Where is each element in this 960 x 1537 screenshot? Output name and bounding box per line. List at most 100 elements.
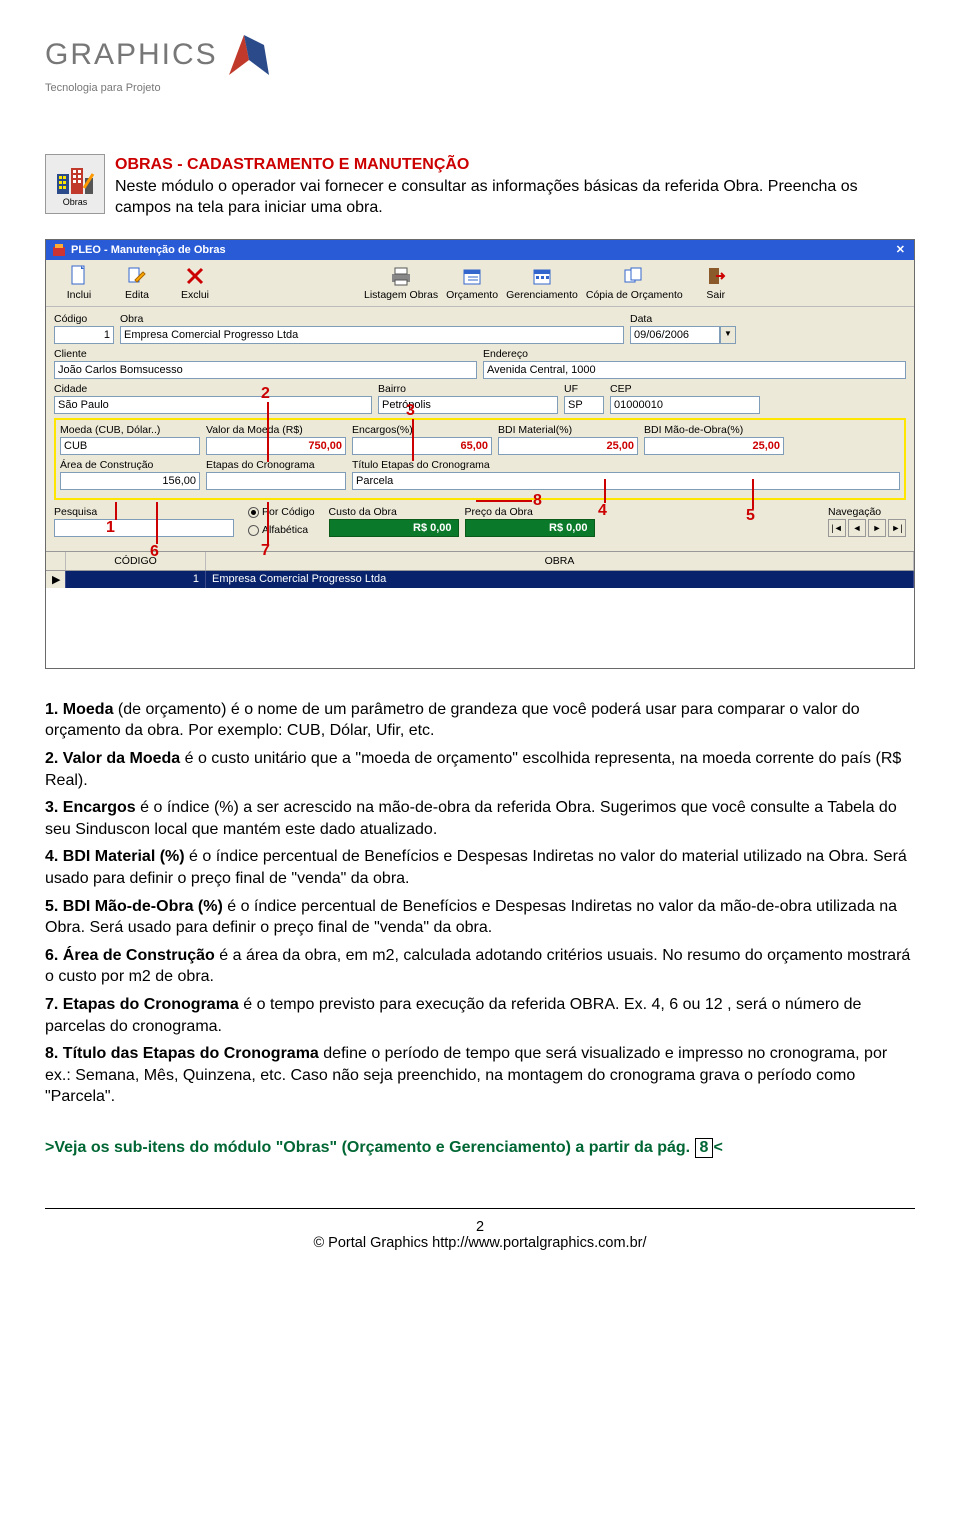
lbl-endereco: Endereço: [483, 348, 906, 360]
desc-7: 7. Etapas do Cronograma é o tempo previs…: [45, 994, 915, 1037]
edit-icon: [126, 265, 148, 287]
lbl-codigo: Código: [54, 313, 114, 325]
fld-bdi-mat[interactable]: [498, 437, 638, 455]
grid-cell-codigo: 1: [66, 571, 206, 588]
lbl-bdi-mo: BDI Mão-de-Obra(%): [644, 424, 784, 436]
lbl-preco: Preço da Obra: [465, 506, 595, 518]
fld-obra[interactable]: [120, 326, 624, 344]
toolbar: Inclui Edita Exclui Listagem Obras Orçam…: [46, 260, 914, 307]
fld-moeda[interactable]: [60, 437, 200, 455]
desc-3: 3. Encargos é o índice (%) a ser acresci…: [45, 797, 915, 840]
lbl-encargos: Encargos(%): [352, 424, 492, 436]
app-icon: [52, 243, 66, 257]
grid-cell-obra: Empresa Comercial Progresso Ltda: [206, 571, 914, 588]
lbl-cidade: Cidade: [54, 383, 372, 395]
fld-pesquisa[interactable]: [54, 519, 234, 537]
fld-cep[interactable]: [610, 396, 760, 414]
desc-8: 8. Título das Etapas do Cronograma defin…: [45, 1043, 915, 1108]
desc-5: 5. BDI Mão-de-Obra (%) é o índice percen…: [45, 896, 915, 939]
grid-col-codigo: CÓDIGO: [66, 552, 206, 570]
toolbar-inclui[interactable]: Inclui: [54, 265, 104, 301]
toolbar-listagem[interactable]: Listagem Obras: [364, 265, 438, 301]
desc-1: 1. Moeda (de orçamento) é o nome de um p…: [45, 699, 915, 742]
nav-last-icon[interactable]: ►|: [888, 519, 906, 537]
fld-cidade[interactable]: [54, 396, 372, 414]
fld-bairro[interactable]: [378, 396, 558, 414]
calendar2-icon: [531, 265, 553, 287]
fld-titulo-etapas[interactable]: [352, 472, 900, 490]
nav-prev-icon[interactable]: ◄: [848, 519, 866, 537]
exit-icon: [705, 265, 727, 287]
window-title: PLEO - Manutenção de Obras: [71, 244, 226, 256]
fld-uf[interactable]: [564, 396, 604, 414]
section-header: Obras OBRAS - CADASTRAMENTO E MANUTENÇÃO…: [45, 154, 915, 219]
fld-codigo[interactable]: [54, 326, 114, 344]
lbl-titulo-etapas: Título Etapas do Cronograma: [352, 459, 900, 471]
fld-encargos[interactable]: [352, 437, 492, 455]
nav-first-icon[interactable]: |◄: [828, 519, 846, 537]
lbl-obra: Obra: [120, 313, 624, 325]
lbl-custo: Custo da Obra: [329, 506, 459, 518]
fld-endereco[interactable]: [483, 361, 906, 379]
radio-por-codigo[interactable]: Por Código: [248, 506, 315, 518]
fld-bdi-mo[interactable]: [644, 437, 784, 455]
lbl-moeda: Moeda (CUB, Dólar..): [60, 424, 200, 436]
logo-tagline: Tecnologia para Projeto: [45, 82, 915, 94]
sub-link: >Veja os sub-itens do módulo "Obras" (Or…: [45, 1138, 915, 1158]
lbl-valor-moeda: Valor da Moeda (R$): [206, 424, 346, 436]
toolbar-exclui[interactable]: Exclui: [170, 265, 220, 301]
radio-dot-icon: [248, 507, 259, 518]
logo-mark-icon: [224, 30, 274, 80]
obras-icon-label: Obras: [63, 197, 88, 207]
new-doc-icon: [68, 265, 90, 287]
page-ref-box: 8: [695, 1138, 714, 1158]
custo-value: R$ 0,00: [329, 519, 459, 537]
grid-col-obra: OBRA: [206, 552, 914, 570]
logo-text: GRAPHICS: [45, 38, 218, 72]
lbl-uf: UF: [564, 383, 604, 395]
table-row[interactable]: ▶ 1 Empresa Comercial Progresso Ltda: [46, 571, 914, 588]
calendar-icon: [461, 265, 483, 287]
fld-data[interactable]: [630, 326, 720, 344]
radio-group-sort: Por Código Alfabética: [248, 506, 315, 536]
highlight-box: Moeda (CUB, Dólar..) Valor da Moeda (R$)…: [54, 418, 906, 500]
toolbar-copia[interactable]: Cópia de Orçamento: [586, 265, 683, 301]
obras-module-icon[interactable]: Obras: [45, 154, 105, 214]
desc-2: 2. Valor da Moeda é o custo unitário que…: [45, 748, 915, 791]
footer-rule: [45, 1208, 915, 1209]
lbl-bairro: Bairro: [378, 383, 558, 395]
delete-icon: [184, 265, 206, 287]
footer: 2 © Portal Graphics http://www.portalgra…: [45, 1219, 915, 1251]
lbl-pesquisa: Pesquisa: [54, 506, 234, 518]
fld-cliente[interactable]: [54, 361, 477, 379]
desc-4: 4. BDI Material (%) é o índice percentua…: [45, 846, 915, 889]
copy-icon: [623, 265, 645, 287]
toolbar-orcamento[interactable]: Orçamento: [446, 265, 498, 301]
lbl-cep: CEP: [610, 383, 760, 395]
fld-etapas[interactable]: [206, 472, 346, 490]
toolbar-edita[interactable]: Edita: [112, 265, 162, 301]
lbl-bdi-mat: BDI Material(%): [498, 424, 638, 436]
fld-valor-moeda[interactable]: [206, 437, 346, 455]
pleo-window: PLEO - Manutenção de Obras ✕ Inclui Edit…: [45, 239, 915, 669]
lbl-cliente: Cliente: [54, 348, 477, 360]
fld-area[interactable]: [60, 472, 200, 490]
preco-value: R$ 0,00: [465, 519, 595, 537]
page-number: 2: [45, 1219, 915, 1235]
lbl-nav: Navegação: [828, 506, 906, 518]
titlebar: PLEO - Manutenção de Obras ✕: [46, 240, 914, 260]
date-dropdown-icon[interactable]: ▼: [720, 326, 736, 344]
footer-copyright: © Portal Graphics http://www.portalgraph…: [45, 1235, 915, 1251]
lbl-data: Data: [630, 313, 740, 325]
section-title: OBRAS - CADASTRAMENTO E MANUTENÇÃO: [115, 156, 469, 173]
lbl-etapas: Etapas do Cronograma: [206, 459, 346, 471]
toolbar-sair[interactable]: Sair: [691, 265, 741, 301]
nav-next-icon[interactable]: ►: [868, 519, 886, 537]
radio-alfabetica[interactable]: Alfabética: [248, 524, 315, 536]
toolbar-gerenciamento[interactable]: Gerenciamento: [506, 265, 578, 301]
print-icon: [390, 265, 412, 287]
lbl-area: Área de Construção: [60, 459, 200, 471]
close-icon[interactable]: ✕: [893, 243, 908, 256]
radio-dot-icon: [248, 525, 259, 536]
logo-block: GRAPHICS Tecnologia para Projeto: [45, 30, 915, 94]
